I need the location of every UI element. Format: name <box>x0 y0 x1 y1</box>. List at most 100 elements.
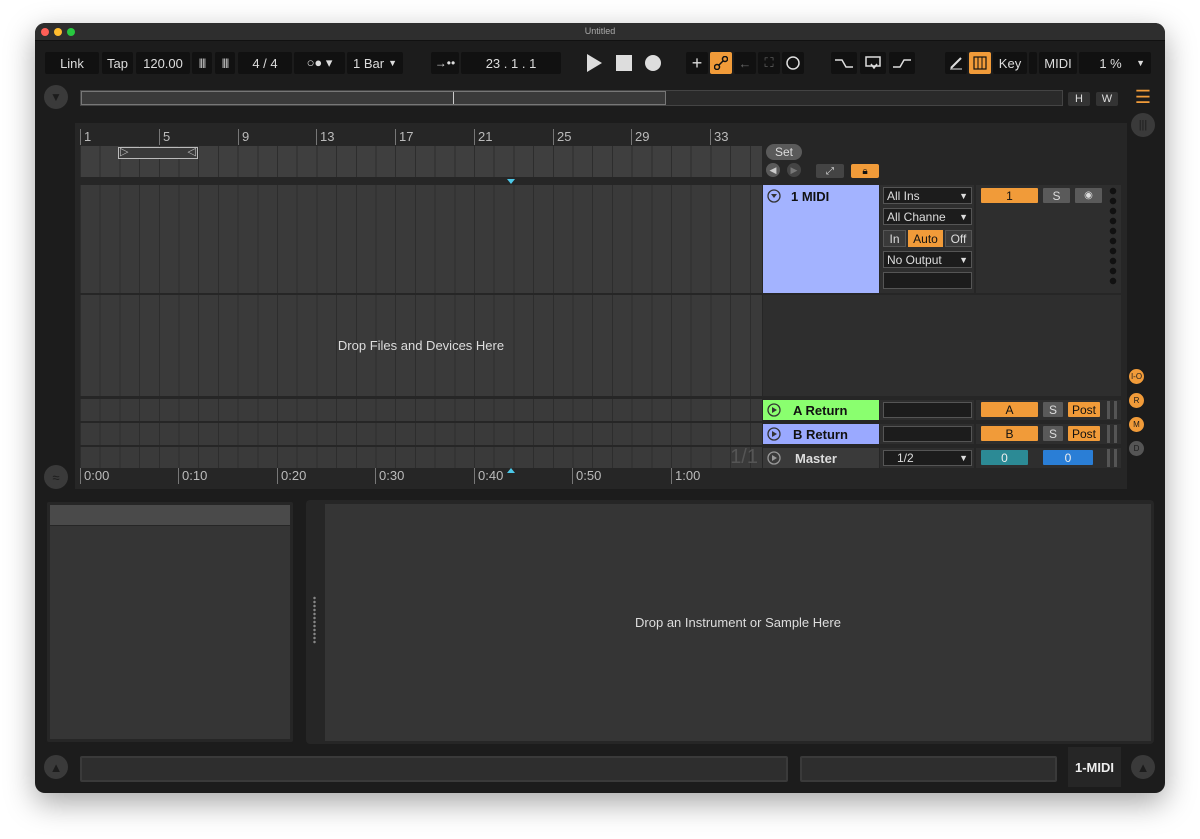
key-midi-divider <box>1029 52 1037 74</box>
set-locator-button[interactable]: Set <box>766 144 802 160</box>
previous-locator-icon[interactable]: ◀ <box>766 163 780 177</box>
b-return-solo-button[interactable]: S <box>1043 426 1063 441</box>
output-menu[interactable]: No Output ▼ <box>883 251 972 268</box>
input-type-label: All Ins <box>887 188 920 203</box>
io-toggle-button[interactable]: I-O <box>1129 369 1144 384</box>
track-fold-icon[interactable] <box>767 403 781 417</box>
mixer-toggle-button[interactable]: M <box>1129 417 1144 432</box>
track-fold-icon[interactable] <box>767 189 781 203</box>
add-icon[interactable]: + <box>686 52 708 74</box>
drop-area[interactable]: Drop Files and Devices Here <box>80 295 762 396</box>
automation-toggle-icon[interactable]: ≈ <box>44 465 68 489</box>
bar-tick: 9 <box>238 129 249 145</box>
optimize-width-button[interactable]: W <box>1096 92 1118 106</box>
b-return-meter <box>1107 425 1117 443</box>
nudge-down-icon[interactable]: |||| <box>192 52 212 74</box>
key-map-button[interactable]: Key <box>993 52 1027 74</box>
optimize-height-button[interactable]: H <box>1068 92 1090 106</box>
chevron-down-icon: ▼ <box>959 211 968 222</box>
b-return-output[interactable] <box>883 426 972 442</box>
bar-tick: 25 <box>553 129 571 145</box>
track-fold-icon[interactable] <box>767 427 781 441</box>
arrangement-overview[interactable] <box>80 90 1063 106</box>
arrangement-view-icon[interactable]: ☰ <box>1131 85 1155 109</box>
capture-icon[interactable]: ⛶ <box>758 52 780 74</box>
show-info-icon[interactable]: ▲ <box>44 755 68 779</box>
bar-tick: 33 <box>710 129 728 145</box>
link-button[interactable]: Link <box>45 52 99 74</box>
master-volume-field[interactable]: 0 <box>981 450 1028 465</box>
master-lane[interactable]: 1/1 <box>80 446 762 468</box>
midi-track-header[interactable]: 1 MIDI <box>763 185 879 293</box>
input-type-menu[interactable]: All Ins ▼ <box>883 187 972 204</box>
clip-panel <box>45 500 295 744</box>
b-return-header[interactable]: B Return <box>763 424 879 444</box>
b-return-post-button[interactable]: Post <box>1068 426 1100 441</box>
track-activator-button[interactable]: 1 <box>981 188 1038 203</box>
bar-tick: 21 <box>474 129 492 145</box>
punch-out-icon[interactable] <box>889 52 915 74</box>
device-drop-area[interactable]: Drop an Instrument or Sample Here <box>325 504 1151 741</box>
drop-hint: Drop Files and Devices Here <box>337 338 505 353</box>
lock-icon[interactable]: 🔒︎ <box>851 164 879 178</box>
output-label: No Output <box>887 252 942 267</box>
playhead-top-marker <box>507 179 515 184</box>
back-to-arrangement-icon[interactable]: ← <box>734 52 756 74</box>
panel-drag-handle[interactable] <box>313 596 316 644</box>
tap-tempo-button[interactable]: Tap <box>102 52 133 74</box>
nudge-up-icon[interactable]: |||| <box>215 52 235 74</box>
a-return-lane[interactable] <box>80 399 762 421</box>
quantization-menu[interactable]: 1 Bar ▼ <box>347 52 403 74</box>
next-locator-icon[interactable]: ▶ <box>787 163 801 177</box>
a-return-post-button[interactable]: Post <box>1068 402 1100 417</box>
b-return-activator-button[interactable]: B <box>981 426 1038 441</box>
master-header[interactable]: Master <box>763 448 879 468</box>
automation-arm-icon[interactable] <box>710 52 732 74</box>
loop-icon[interactable] <box>860 52 886 74</box>
b-return-lane[interactable] <box>80 423 762 445</box>
playhead-bottom-marker <box>507 468 515 473</box>
monitor-auto-button[interactable]: Auto <box>908 230 943 247</box>
output-channel-field[interactable] <box>883 272 972 289</box>
input-channel-menu[interactable]: All Channe ▼ <box>883 208 972 225</box>
session-view-icon[interactable]: ||| <box>1131 113 1155 137</box>
time-signature-field[interactable]: 4 / 4 <box>238 52 292 74</box>
draw-mode-icon[interactable] <box>945 52 967 74</box>
track-name: 1 MIDI <box>791 189 830 204</box>
expand-icon[interactable]: ⤢ <box>816 164 844 178</box>
cue-out-menu[interactable]: 1/2 ▼ <box>883 450 972 466</box>
loop-bar-strip[interactable]: ▷ ◁ <box>80 146 762 177</box>
a-return-output[interactable] <box>883 402 972 418</box>
tempo-field[interactable]: 120.00 <box>136 52 190 74</box>
a-return-activator-button[interactable]: A <box>981 402 1038 417</box>
solo-button[interactable]: S <box>1043 188 1070 203</box>
show-detail-icon[interactable]: ▲ <box>1131 755 1155 779</box>
midi-map-button[interactable]: MIDI <box>1039 52 1077 74</box>
play-icon[interactable] <box>583 52 605 74</box>
stop-icon[interactable] <box>613 52 635 74</box>
overview-selection[interactable] <box>81 91 666 105</box>
a-return-solo-button[interactable]: S <box>1043 402 1063 417</box>
loop-brace[interactable]: ▷ ◁ <box>118 146 198 159</box>
punch-in-icon[interactable] <box>831 52 857 74</box>
arrangement-position-field[interactable]: 23 . 1 . 1 <box>461 52 561 74</box>
cue-volume-field[interactable]: 0 <box>1043 450 1093 465</box>
hide-browser-icon[interactable]: ▼ <box>44 85 68 109</box>
selected-track-label[interactable]: 1-MIDI <box>1068 747 1121 787</box>
bar-tick: 13 <box>316 129 334 145</box>
metronome-icon[interactable]: ○● ▾ <box>294 52 345 74</box>
follow-icon[interactable]: →•• <box>431 52 459 74</box>
beat-ruler[interactable]: 1 5 9 13 17 21 25 29 33 <box>80 129 765 145</box>
delay-toggle-button[interactable]: D <box>1129 441 1144 456</box>
record-icon[interactable] <box>642 52 664 74</box>
keyboard-icon[interactable] <box>969 52 991 74</box>
returns-toggle-button[interactable]: R <box>1129 393 1144 408</box>
monitor-off-button[interactable]: Off <box>945 230 972 247</box>
monitor-in-button[interactable]: In <box>883 230 906 247</box>
time-ruler[interactable]: 0:00 0:10 0:20 0:30 0:40 0:50 1:00 <box>80 468 765 484</box>
midi-track-lane[interactable] <box>80 185 762 293</box>
session-record-icon[interactable] <box>782 52 804 74</box>
a-return-header[interactable]: A Return <box>763 400 879 420</box>
track-fold-icon[interactable] <box>767 451 781 465</box>
arm-record-icon[interactable]: ◉ <box>1075 188 1102 203</box>
